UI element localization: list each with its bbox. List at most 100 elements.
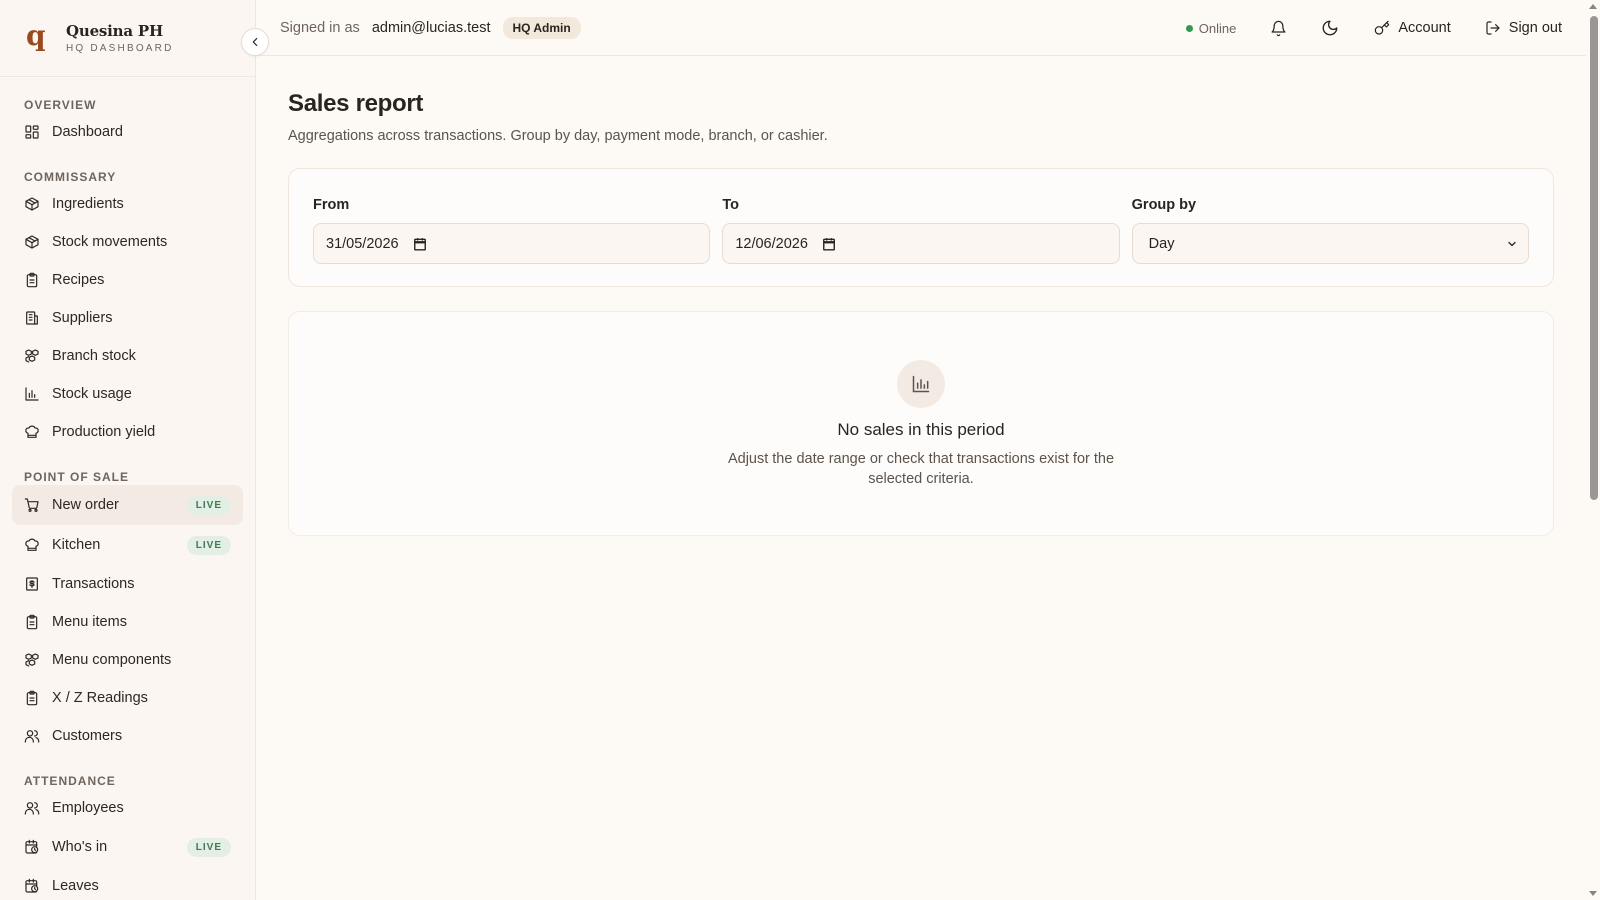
sidebar-item-customers[interactable]: Customers [12, 717, 243, 755]
nav-section-title: COMMISSARY [24, 170, 117, 184]
sidebar-item-label: Production yield [52, 424, 156, 440]
sidebar-item-leaves[interactable]: Leaves [12, 867, 243, 900]
group-by-label: Group by [1131, 197, 1197, 213]
brand[interactable]: q Quesina PH HQ DASHBOARD [0, 0, 255, 77]
sidebar-item-stock-movements[interactable]: Stock movements [12, 223, 243, 261]
sidebar-item-transactions[interactable]: Transactions [12, 565, 243, 603]
sidebar-item-label: Ingredients [52, 196, 124, 212]
sign-out-label: Sign out [1508, 20, 1562, 36]
package-icon [25, 197, 39, 211]
building-icon [26, 311, 38, 325]
clipboard-icon [26, 690, 38, 706]
sidebar-item-ingredients[interactable]: Ingredients [12, 185, 243, 223]
sidebar-item-label: Branch stock [52, 348, 136, 364]
group-by-select[interactable]: Day [1131, 223, 1529, 264]
from-label: From [313, 197, 350, 213]
main-content: Sales report Aggregations across transac… [288, 56, 1554, 536]
status-text: Online [1198, 20, 1237, 36]
scroll-thumb[interactable] [1590, 16, 1598, 500]
live-badge: LIVE [186, 495, 231, 515]
package-icon [25, 235, 39, 249]
sidebar-item-dashboard[interactable]: Dashboard [12, 113, 243, 151]
status-dot [1185, 24, 1193, 32]
sign-out-button[interactable]: Sign out [1475, 10, 1572, 46]
theme-toggle-button[interactable] [1312, 10, 1348, 46]
sidebar-item-x-z-readings[interactable]: X / Z Readings [12, 679, 243, 717]
sidebar-item-label: Suppliers [52, 310, 113, 326]
brand-text: Quesina PH HQ DASHBOARD [66, 22, 174, 54]
clipboard-icon [26, 614, 38, 630]
page-subtitle: Aggregations across transactions. Group … [288, 128, 828, 144]
chevron-down-icon [1508, 241, 1516, 246]
sidebar-item-production-yield[interactable]: Production yield [12, 413, 243, 451]
to-date-input[interactable]: 12/06/2026 [722, 223, 1120, 264]
from-date-value: 31/05/2026 [326, 235, 399, 252]
chef-hat-icon [25, 538, 39, 551]
empty-state-description: Adjust the date range or check that tran… [727, 451, 1115, 487]
receipt-icon [26, 577, 38, 591]
sidebar-item-branch-stock[interactable]: Branch stock [12, 337, 243, 375]
group-by-field: Group by Day [1131, 169, 1529, 286]
filter-card: From 31/05/2026 To 12/06/2026 Group by D… [288, 168, 1554, 287]
sidebar-collapse-button[interactable] [241, 28, 269, 56]
nav-section-title: POINT OF SALE [24, 470, 130, 484]
nav-section-title: OVERVIEW [24, 98, 97, 112]
account-button[interactable]: Account [1364, 10, 1460, 46]
sidebar-item-label: Stock usage [52, 386, 132, 402]
signed-in-label: Signed in as [280, 19, 360, 36]
bar-chart-icon [912, 375, 930, 393]
from-field: From 31/05/2026 [313, 169, 711, 286]
bar-chart-icon [25, 387, 39, 401]
sidebar-item-label: Stock movements [52, 234, 168, 250]
brand-logo: q [26, 19, 46, 52]
topbar-actions: Online Account Sign out [1185, 0, 1586, 56]
sidebar-item-menu-items[interactable]: Menu items [12, 603, 243, 641]
sidebar-item-label: New order [52, 497, 119, 513]
sidebar-item-label: Transactions [52, 576, 135, 592]
users-icon [24, 730, 40, 743]
calendar-icon[interactable] [413, 237, 427, 251]
empty-state-title: No sales in this period [837, 420, 1005, 439]
moon-icon [1322, 20, 1338, 36]
chef-hat-icon [25, 425, 39, 438]
brand-name: Quesina PH [66, 22, 163, 40]
sidebar-item-employees[interactable]: Employees [12, 789, 243, 827]
empty-state: No sales in this period Adjust the date … [288, 311, 1554, 536]
notifications-button[interactable] [1260, 10, 1296, 46]
scroll-up-arrow[interactable] [1589, 4, 1597, 9]
sidebar: q Quesina PH HQ DASHBOARD OVERVIEW Dashbo… [0, 0, 256, 900]
sidebar-item-stock-usage[interactable]: Stock usage [12, 375, 243, 413]
sidebar-item-label: Dashboard [52, 124, 123, 140]
bell-icon [1271, 20, 1286, 36]
page-scrollbar[interactable] [1586, 0, 1600, 900]
live-badge: LIVE [186, 837, 231, 857]
sidebar-item-label: Kitchen [52, 537, 101, 553]
calendar-clock-icon [25, 839, 39, 854]
brand-subtitle: HQ DASHBOARD [66, 43, 174, 54]
user-email: admin@lucias.test [371, 19, 491, 36]
sidebar-item-recipes[interactable]: Recipes [12, 261, 243, 299]
topbar: Signed in as admin@lucias.test HQ Admin … [256, 0, 1586, 56]
scroll-down-arrow[interactable] [1589, 891, 1597, 896]
calendar-icon[interactable] [822, 237, 836, 251]
sidebar-item-label: Customers [52, 728, 123, 744]
role-badge: HQ Admin [502, 16, 581, 39]
sidebar-item-label: Leaves [52, 878, 99, 894]
sidebar-item-menu-components[interactable]: Menu components [12, 641, 243, 679]
nav-section-title: ATTENDANCE [24, 774, 116, 788]
clipboard-icon [26, 272, 38, 288]
to-date-value: 12/06/2026 [735, 235, 808, 252]
sidebar-item-new-order[interactable]: New order LIVE [12, 485, 243, 525]
account-label: Account [1398, 20, 1451, 36]
sidebar-item-kitchen[interactable]: Kitchen LIVE [12, 525, 243, 565]
from-date-input[interactable]: 31/05/2026 [313, 223, 711, 264]
logout-icon [1486, 21, 1500, 35]
sidebar-item-suppliers[interactable]: Suppliers [12, 299, 243, 337]
page-title: Sales report [288, 90, 424, 117]
sidebar-item-label: Menu items [52, 614, 127, 630]
users-icon [24, 802, 40, 815]
sidebar-item-who-s-in[interactable]: Who's in LIVE [12, 827, 243, 867]
grid-icon [25, 125, 39, 139]
empty-state-icon-wrap [897, 360, 945, 408]
live-badge: LIVE [186, 535, 231, 555]
